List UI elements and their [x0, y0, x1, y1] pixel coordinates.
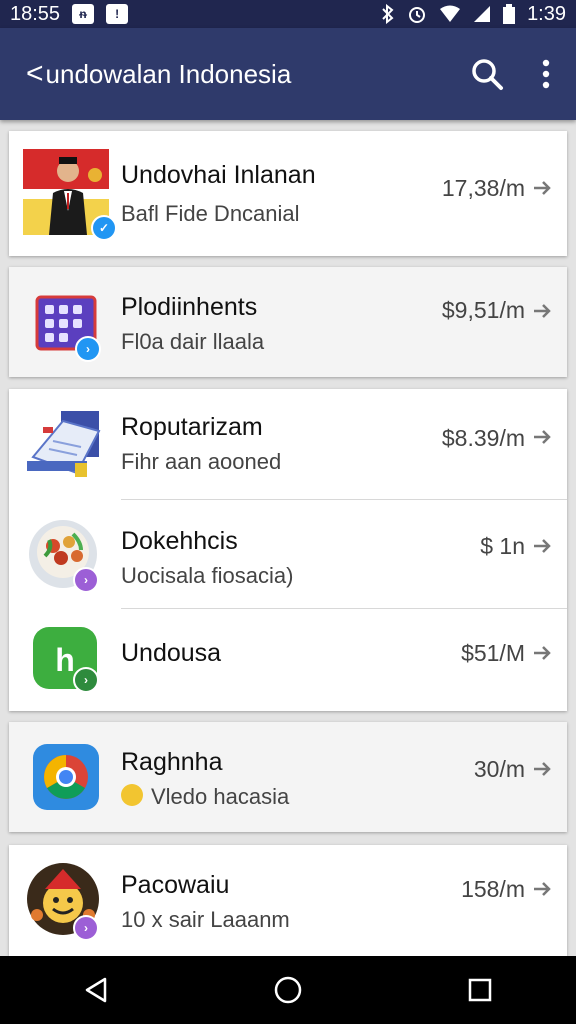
list-item[interactable]: › Dokehhcis Uocisala fiosacia) $ 1n	[9, 500, 567, 608]
verified-badge-icon: ›	[75, 336, 101, 362]
list-item[interactable]: h › Undousa $51/M	[9, 609, 567, 711]
battery-icon	[503, 4, 516, 24]
alert-notification-icon: !	[106, 4, 129, 24]
signal-icon	[474, 6, 491, 22]
item-subtitle: Fl0a dair llaala	[121, 329, 265, 354]
arrow-right-icon[interactable]	[531, 300, 553, 322]
list-item[interactable]: › Pacowaiu 10 x sair Laaanm 158/m	[9, 845, 567, 956]
app-bar: < undowalan Indonesia	[0, 28, 576, 120]
document-thumbnail	[27, 411, 101, 477]
list-item[interactable]: Raghnha Vledo hacasia 30/m	[9, 722, 567, 832]
item-price: 17,38/m	[441, 175, 525, 201]
status-time: 18:55	[10, 2, 61, 25]
item-subtitle: Bafl Fide Dncanial	[121, 201, 300, 226]
page-title: undowalan Indonesia	[45, 58, 292, 89]
arrow-right-icon[interactable]	[531, 426, 553, 448]
recents-nav-icon[interactable]	[465, 975, 495, 1005]
item-subtitle: Uocisala fiosacia)	[121, 563, 294, 588]
back-button[interactable]: <	[26, 59, 44, 89]
list-item[interactable]: › Plodiinhents Fl0a dair llaala $9,51/m	[9, 267, 567, 377]
item-subtitle: Fihr aan aooned	[121, 449, 282, 474]
back-nav-icon[interactable]	[81, 975, 111, 1005]
list-item[interactable]: Roputarizam Fihr aan aooned $8.39/m	[9, 389, 567, 499]
list-card: Roputarizam Fihr aan aooned $8.39/m › Do…	[9, 389, 567, 711]
item-subtitle: Vledo hacasia	[151, 784, 290, 809]
item-title: Pacowaiu	[121, 871, 230, 899]
purple-badge-icon: ›	[73, 915, 99, 941]
item-title: Undousa	[121, 639, 222, 667]
status-bar: 18:55 ᵰ ! 1:39	[0, 0, 576, 28]
item-price: $8.39/m	[441, 425, 525, 451]
arrow-right-icon[interactable]	[531, 535, 553, 557]
emoji-icon	[121, 784, 143, 806]
list-card: › Pacowaiu 10 x sair Laaanm 158/m	[9, 845, 567, 956]
svg-text:h: h	[55, 642, 75, 678]
alarm-icon	[409, 7, 426, 23]
purple-badge-icon: ›	[73, 567, 99, 593]
item-price: 158/m	[461, 876, 525, 902]
more-vert-icon[interactable]	[540, 59, 552, 89]
verified-badge-icon: ✓	[91, 215, 117, 241]
search-icon[interactable]	[470, 57, 504, 91]
item-price: $51/M	[461, 640, 525, 666]
item-price: $ 1n	[480, 533, 525, 559]
list-card: › Plodiinhents Fl0a dair llaala $9,51/m	[9, 267, 567, 377]
chrome-icon	[33, 744, 99, 810]
item-title: Raghnha	[121, 748, 223, 776]
item-price: 30/m	[473, 756, 525, 782]
list-item[interactable]: ✓ Undovhai Inlanan Bafl Fide Dncanial 17…	[9, 131, 567, 256]
status-time-right: 1:39	[527, 2, 566, 25]
home-nav-icon[interactable]	[273, 975, 303, 1005]
wifi-icon	[440, 5, 461, 22]
system-nav-bar	[0, 956, 576, 1024]
notification-icon: ᵰ	[72, 4, 95, 24]
list-card: ✓ Undovhai Inlanan Bafl Fide Dncanial 17…	[9, 131, 567, 256]
item-title: Plodiinhents	[121, 293, 258, 321]
bluetooth-icon	[382, 4, 394, 24]
item-price: $9,51/m	[441, 297, 525, 323]
arrow-right-icon[interactable]	[531, 758, 553, 780]
item-title: Dokehhcis	[121, 527, 238, 555]
arrow-right-icon[interactable]	[531, 642, 553, 664]
green-badge-icon: ›	[73, 667, 99, 693]
item-title: Roputarizam	[121, 413, 263, 441]
list-card: Raghnha Vledo hacasia 30/m	[9, 722, 567, 832]
item-title: Undovhai Inlanan	[121, 161, 316, 189]
item-subtitle: 10 x sair Laaanm	[121, 907, 290, 932]
arrow-right-icon[interactable]	[531, 177, 553, 199]
arrow-right-icon[interactable]	[531, 878, 553, 900]
